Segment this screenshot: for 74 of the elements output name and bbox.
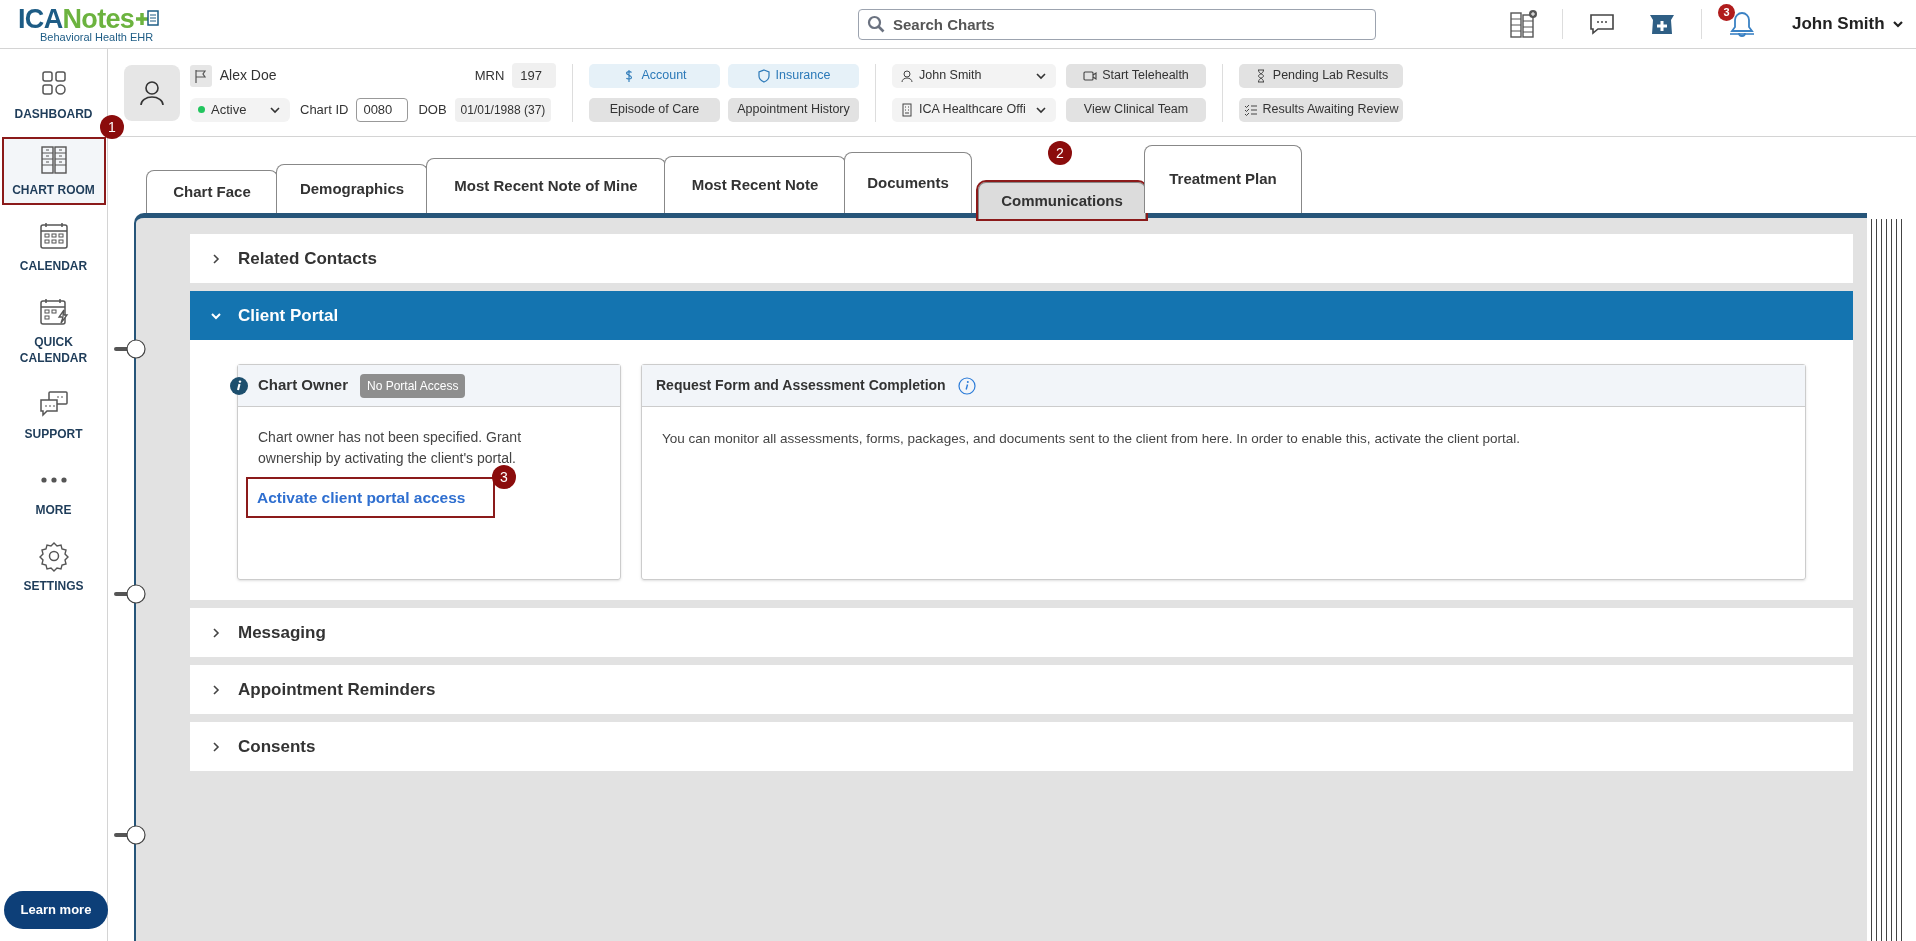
binder-ring-icon — [114, 338, 148, 360]
sidebar-item[interactable]: SUPPORT — [3, 383, 104, 447]
bell-icon — [1728, 10, 1756, 38]
learn-more-button[interactable]: Learn more — [4, 891, 108, 929]
card-text: Chart owner has not been specified. Grant ownership by activating the client's portal. — [258, 428, 523, 468]
notification-count: 3 — [1718, 4, 1735, 21]
chevron-icon — [210, 252, 222, 265]
tab[interactable]: Most Recent Note of Mine — [426, 158, 666, 213]
building-icon — [900, 102, 914, 117]
sidebar-item[interactable]: CHART ROOM — [3, 139, 104, 203]
step-marker: 2 — [1048, 141, 1072, 165]
chart-id-label: Chart ID — [300, 100, 349, 119]
binder-ring-icon — [114, 583, 148, 605]
tab[interactable]: Demographics — [276, 164, 428, 213]
shield-icon — [756, 68, 771, 83]
sidebar-item[interactable]: CALENDAR — [3, 215, 104, 279]
settings-icon — [37, 540, 70, 572]
status-select[interactable]: Active — [190, 97, 290, 122]
tab[interactable]: Chart Face — [146, 170, 278, 213]
card-title: Request Form and Assessment Completion — [656, 376, 946, 395]
user-menu[interactable]: John Smith — [1792, 11, 1905, 37]
tab[interactable]: Most Recent Note — [664, 156, 846, 213]
card-title: Chart Owner — [258, 375, 348, 396]
action-button[interactable]: Appointment History — [728, 97, 859, 122]
action-button[interactable]: Account — [589, 63, 720, 88]
flag-icon — [193, 68, 208, 83]
dropdown-select[interactable]: ICA Healthcare Offi — [892, 97, 1056, 122]
sidebar-item[interactable]: MORE — [3, 459, 104, 523]
chevron-icon — [210, 683, 222, 696]
chat-icon — [1588, 12, 1616, 36]
calendar-icon — [37, 220, 70, 252]
search-field[interactable]: Search Charts — [858, 8, 1376, 40]
card-text: You can monitor all assessments, forms, packages, and documents sent to the client from here. In order to enable this, activate the client portal. — [661, 430, 1521, 448]
info-icon — [957, 376, 976, 395]
dropdown-select[interactable]: John Smith — [892, 63, 1056, 88]
mrn-label: MRN — [474, 66, 505, 85]
logo-text: ICA — [18, 5, 63, 33]
dob-value: 01/01/1988 (37) — [454, 97, 552, 122]
status-badge: No Portal Access — [360, 373, 466, 398]
video-icon — [1083, 68, 1098, 83]
binder-ring-icon — [114, 824, 148, 846]
dots-icon — [40, 477, 67, 483]
tab[interactable]: Treatment Plan — [1144, 145, 1302, 213]
cabinet-icon — [1508, 9, 1538, 39]
calendar-icon — [37, 296, 70, 328]
person-icon — [900, 68, 914, 83]
step-marker: 3 — [492, 465, 516, 489]
flag-button[interactable] — [190, 64, 212, 87]
section-header[interactable]: Client Portal — [190, 291, 1853, 340]
info-icon — [230, 377, 248, 395]
tab[interactable]: Communications — [978, 182, 1146, 219]
action-button[interactable]: Insurance — [728, 63, 859, 88]
action-button[interactable]: Pending Lab Results — [1239, 63, 1403, 88]
logo-text: Notes — [62, 5, 135, 33]
action-button[interactable]: Results Awaiting Review — [1239, 97, 1403, 122]
activate-portal-link[interactable]: Activate client portal access — [248, 479, 493, 517]
action-button[interactable]: Start Telehealth — [1066, 63, 1206, 88]
dob-label: DOB — [418, 100, 447, 119]
chat-icon — [37, 388, 70, 420]
person-icon — [138, 78, 166, 107]
sidebar-item[interactable]: QUICK CALENDAR — [3, 291, 104, 371]
chart-id-field[interactable]: 0080 — [356, 97, 409, 122]
search-icon — [867, 14, 885, 33]
mrn-value: 197 — [512, 62, 556, 89]
chevron-icon — [210, 740, 222, 753]
sidebar-item[interactable]: SETTINGS — [3, 535, 104, 599]
action-button[interactable]: View Clinical Team — [1066, 97, 1206, 122]
chevron-icon — [210, 626, 222, 639]
action-button[interactable]: Episode of Care — [589, 97, 720, 122]
patient-name: Alex Doe — [219, 66, 278, 85]
tab[interactable]: Documents — [844, 152, 972, 213]
checklist-icon — [1243, 102, 1258, 117]
logo-subtitle: Behavioral Health EHR — [40, 31, 155, 43]
step-marker: 1 — [100, 115, 124, 139]
